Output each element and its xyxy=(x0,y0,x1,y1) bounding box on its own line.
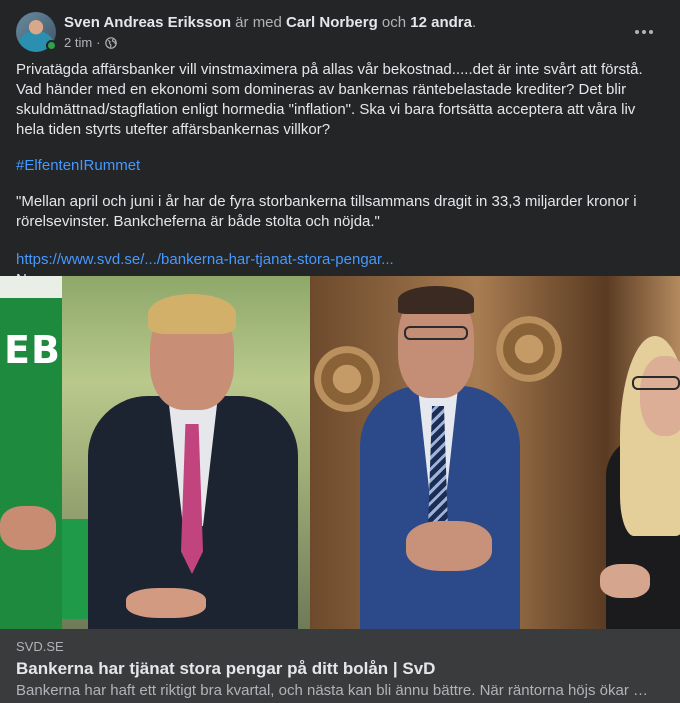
online-status-dot xyxy=(46,40,57,51)
photo-right-panel xyxy=(310,276,680,629)
preview-description: Bankerna har haft ett riktigt bra kvarta… xyxy=(16,682,648,699)
man-hair xyxy=(398,286,474,314)
post-header-text: Sven Andreas Eriksson är med Carl Norber… xyxy=(64,12,476,56)
woman-hand xyxy=(600,564,650,598)
tagged-person[interactable]: Carl Norberg xyxy=(286,14,378,31)
post-content: Privatägda affärsbanker vill vinstmaxime… xyxy=(16,60,664,290)
post-quote-text: "Mellan april och juni i år har de fyra … xyxy=(16,193,637,230)
attribution-period: . xyxy=(471,14,477,31)
post-time[interactable]: 2 tim xyxy=(64,34,92,52)
bank-sign-text: EB xyxy=(4,328,61,372)
globe-icon[interactable] xyxy=(104,37,117,49)
woman-face xyxy=(640,356,680,436)
post-attribution: Sven Andreas Eriksson är med Carl Norber… xyxy=(64,13,476,33)
article-link[interactable]: https://www.svd.se/.../bankerna-har-tjan… xyxy=(16,250,664,270)
hashtag-link[interactable]: #ElfentenIRummet xyxy=(16,156,664,176)
post-body-text: Privatägda affärsbanker vill vinstmaxime… xyxy=(16,61,643,138)
preview-domain: SVD.SE xyxy=(16,639,64,654)
man-hands xyxy=(126,588,206,618)
photo-left-panel: EB xyxy=(0,276,310,629)
others-link[interactable]: 12 andra xyxy=(410,14,472,31)
author-name[interactable]: Sven Andreas Eriksson xyxy=(64,14,231,31)
post-header: Sven Andreas Eriksson är med Carl Norber… xyxy=(16,12,664,56)
avatar[interactable] xyxy=(16,12,57,52)
meta-separator: · xyxy=(96,35,101,50)
post-image[interactable]: EB xyxy=(0,276,680,629)
with-text: är med xyxy=(231,14,287,31)
wood-ornament xyxy=(314,346,380,412)
wood-ornament xyxy=(496,316,562,382)
bank-sign: EB xyxy=(0,276,62,629)
link-preview[interactable]: SVD.SE Bankerna har tjänat stora pengar … xyxy=(0,629,680,703)
preview-title[interactable]: Bankerna har tjänat stora pengar på ditt… xyxy=(16,658,435,680)
clasped-hands xyxy=(406,521,492,571)
glasses xyxy=(404,326,468,340)
more-options-icon[interactable] xyxy=(632,22,656,42)
post-meta: 2 tim · xyxy=(64,34,476,52)
and-text: och xyxy=(377,14,411,31)
gesturing-hand xyxy=(0,506,56,550)
glasses xyxy=(632,376,680,390)
man-hair xyxy=(148,294,236,334)
feed-post: Sven Andreas Eriksson är med Carl Norber… xyxy=(0,0,680,703)
